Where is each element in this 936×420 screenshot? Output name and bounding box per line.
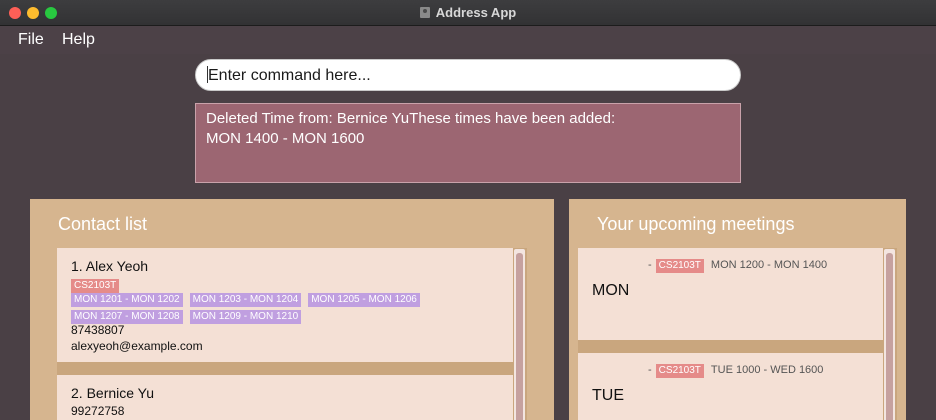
- time-tags-row-1: MON 1201 - MON 1202 MON 1203 - MON 1204 MO…: [71, 291, 427, 307]
- window-titlebar: Address App: [0, 0, 936, 26]
- contact-email: alexyeoh@example.com: [71, 339, 203, 353]
- module-tag: CS2103T: [655, 259, 704, 273]
- contact-name: 1. Alex Yeoh: [71, 258, 149, 274]
- menu-file[interactable]: File: [18, 31, 44, 49]
- time-tags-row-2: MON 1207 - MON 1208 MON 1209 - MON 1210: [71, 308, 308, 324]
- time-tag: MON 1201 - MON 1202: [71, 293, 183, 307]
- meeting-dash: -: [648, 364, 652, 376]
- contact-phone: 99272758: [71, 404, 125, 418]
- contact-card[interactable]: 1. Alex Yeoh CS2103T MON 1201 - MON 1202…: [57, 248, 513, 362]
- menu-help[interactable]: Help: [62, 31, 95, 49]
- meeting-time: TUE 1000 - WED 1600: [710, 364, 824, 376]
- contact-list-scrollbar[interactable]: [514, 249, 525, 420]
- result-display: Deleted Time from: Bernice YuThese times…: [195, 103, 741, 183]
- module-tag: CS2103T: [655, 364, 704, 378]
- contact-list-scroll-thumb[interactable]: [516, 253, 523, 420]
- meeting-card[interactable]: - CS2103T TUE 1000 - WED 1600 TUE: [578, 353, 883, 420]
- meetings-title: Your upcoming meetings: [597, 214, 795, 234]
- meeting-dash: -: [648, 259, 652, 271]
- menu-bar: File Help: [0, 26, 936, 54]
- time-tag: MON 1207 - MON 1208: [71, 310, 183, 324]
- window-title-text: Address App: [435, 5, 517, 20]
- time-tag: MON 1205 - MON 1206: [308, 293, 420, 307]
- contact-list-title: Contact list: [58, 214, 148, 234]
- window-title: Address App: [0, 5, 936, 20]
- contact-card[interactable]: 2. Bernice Yu 99272758: [57, 375, 513, 420]
- meeting-time: MON 1200 - MON 1400: [710, 259, 828, 271]
- command-input[interactable]: Enter command here...: [195, 59, 741, 91]
- result-line-1: Deleted Time from: Bernice YuThese times…: [206, 110, 616, 127]
- meeting-entry: - CS2103T TUE 1000 - WED 1600: [648, 364, 823, 378]
- contact-name: 2. Bernice Yu: [71, 385, 155, 401]
- meetings-scrollbar[interactable]: [884, 249, 895, 420]
- time-tag: MON 1203 - MON 1204: [189, 293, 302, 307]
- meeting-day: TUE: [592, 387, 624, 404]
- contact-list-panel: Contact list 1. Alex Yeoh CS2103T MON 12…: [30, 199, 554, 420]
- meetings-list[interactable]: - CS2103T MON 1200 - MON 1400 MON - CS2103T…: [578, 248, 897, 420]
- contact-list[interactable]: 1. Alex Yeoh CS2103T MON 1201 - MON 1202…: [57, 248, 527, 420]
- command-placeholder: Enter command here...: [208, 67, 371, 84]
- contact-phone: 87438807: [71, 323, 125, 337]
- time-tag: MON 1209 - MON 1210: [189, 310, 302, 324]
- meetings-scroll-thumb[interactable]: [886, 253, 893, 420]
- result-line-2: MON 1400 - MON 1600: [206, 130, 365, 147]
- app-icon: [419, 7, 430, 18]
- meetings-panel: Your upcoming meetings - CS2103T MON 1200 …: [569, 199, 906, 420]
- meeting-day: MON: [592, 282, 630, 299]
- meeting-entry: - CS2103T MON 1200 - MON 1400: [648, 259, 827, 273]
- meeting-card[interactable]: - CS2103T MON 1200 - MON 1400 MON: [578, 248, 883, 340]
